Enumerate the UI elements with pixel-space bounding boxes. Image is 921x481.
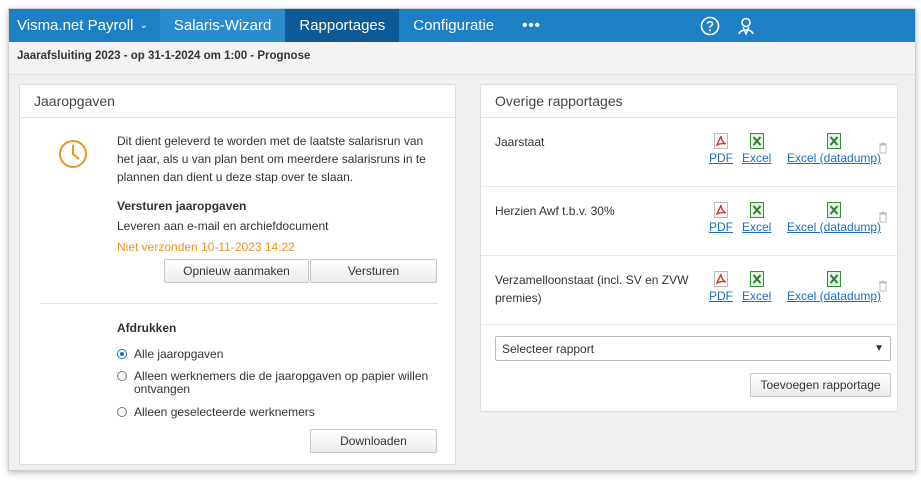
page-subtitle: Jaarafsluiting 2023 - op 31-1-2024 om 1:… [9, 42, 915, 75]
pdf-link[interactable]: PDF [709, 220, 733, 234]
overige-rapportages-panel: Overige rapportages Jaarstaat PDF Excel … [480, 84, 898, 412]
pdf-icon [714, 271, 728, 287]
excel-icon [827, 202, 842, 218]
report-row: Jaarstaat PDF Excel Excel (datadump) [481, 118, 897, 187]
radio-geselecteerde-werknemers[interactable]: Alleen geselecteerde werknemers [117, 406, 437, 419]
app-window: Visma.net Payroll ⌄ Salaris-Wizard Rappo… [8, 8, 916, 471]
report-row: Verzamelloonstaat (incl. SV en ZVW premi… [481, 256, 897, 325]
report-select[interactable]: Selecteer rapport ▼ [495, 336, 891, 361]
pdf-link[interactable]: PDF [709, 289, 733, 303]
report-name: Verzamelloonstaat (incl. SV en ZVW premi… [495, 273, 689, 305]
pdf-link[interactable]: PDF [709, 151, 733, 165]
radio-selected-icon [117, 349, 127, 359]
pdf-icon [714, 133, 728, 149]
excel-download: Excel [742, 271, 771, 303]
chevron-down-icon: ⌄ [139, 20, 148, 31]
jaaropgaven-title: Jaaropgaven [20, 85, 455, 118]
app-switcher[interactable]: Visma.net Payroll ⌄ [9, 9, 160, 42]
help-icon[interactable] [699, 15, 721, 37]
excel-download: Excel [742, 202, 771, 234]
downloaden-button[interactable]: Downloaden [310, 429, 437, 453]
excel-icon [749, 133, 764, 149]
afdrukken-heading: Afdrukken [117, 321, 177, 335]
versturen-text: Leveren aan e-mail en archiefdocument [117, 219, 329, 233]
report-name: Herzien Awf t.b.v. 30% [495, 204, 615, 218]
overige-title: Overige rapportages [481, 85, 897, 118]
excel-icon [827, 133, 842, 149]
datadump-link[interactable]: Excel (datadump) [787, 151, 881, 165]
pdf-icon [714, 202, 728, 218]
excel-link[interactable]: Excel [742, 289, 771, 303]
versturen-heading: Versturen jaaropgaven [117, 199, 247, 213]
excel-download: Excel [742, 133, 771, 165]
user-icon[interactable] [735, 15, 757, 37]
nav-item-configuratie[interactable]: Configuratie [399, 9, 508, 42]
jaaropgaven-panel: Jaaropgaven Dit dient geleverd te worden… [19, 84, 456, 465]
chevron-down-icon: ▼ [874, 343, 884, 354]
datadump-download: Excel (datadump) [787, 271, 881, 303]
pdf-download: PDF [709, 133, 733, 165]
nav-item-rapportages[interactable]: Rapportages [285, 9, 400, 42]
radio-unselected-icon [117, 371, 127, 381]
radio-label: Alleen geselecteerde werknemers [134, 405, 315, 419]
opnieuw-aanmaken-button[interactable]: Opnieuw aanmaken [164, 259, 309, 283]
excel-link[interactable]: Excel [742, 220, 771, 234]
trash-icon[interactable] [878, 280, 888, 292]
clock-icon [58, 139, 88, 174]
excel-link[interactable]: Excel [742, 151, 771, 165]
radio-label: Alleen werknemers die de jaaropgaven op … [134, 369, 429, 396]
status-text: Niet verzonden 10-11-2023 14:22 [117, 240, 295, 254]
toevoegen-rapportage-button[interactable]: Toevoegen rapportage [750, 373, 891, 397]
radio-alle-jaaropgaven[interactable]: Alle jaaropgaven [117, 348, 437, 361]
intro-text: Dit dient geleverd te worden met de laat… [117, 134, 426, 184]
excel-icon [749, 271, 764, 287]
datadump-download: Excel (datadump) [787, 133, 881, 165]
pdf-download: PDF [709, 271, 733, 303]
datadump-download: Excel (datadump) [787, 202, 881, 234]
nav-icons [685, 9, 757, 42]
excel-icon [749, 202, 764, 218]
top-navigation: Visma.net Payroll ⌄ Salaris-Wizard Rappo… [9, 9, 915, 42]
trash-icon[interactable] [878, 211, 888, 223]
pdf-download: PDF [709, 202, 733, 234]
radio-label: Alle jaaropgaven [134, 347, 224, 361]
brand-label: Visma.net Payroll [17, 17, 134, 34]
nav-item-salaris-wizard[interactable]: Salaris-Wizard [159, 9, 286, 42]
datadump-link[interactable]: Excel (datadump) [787, 289, 881, 303]
report-name: Jaarstaat [495, 135, 545, 149]
radio-unselected-icon [117, 407, 127, 417]
section-divider [40, 303, 438, 304]
more-menu-button[interactable]: ••• [508, 9, 555, 42]
radio-papier[interactable]: Alleen werknemers die de jaaropgaven op … [117, 370, 437, 396]
excel-icon [827, 271, 842, 287]
report-select-value: Selecteer rapport [502, 341, 595, 356]
report-row: Herzien Awf t.b.v. 30% PDF Excel Excel (… [481, 187, 897, 256]
datadump-link[interactable]: Excel (datadump) [787, 220, 881, 234]
trash-icon[interactable] [878, 142, 888, 154]
versturen-button[interactable]: Versturen [310, 259, 437, 283]
